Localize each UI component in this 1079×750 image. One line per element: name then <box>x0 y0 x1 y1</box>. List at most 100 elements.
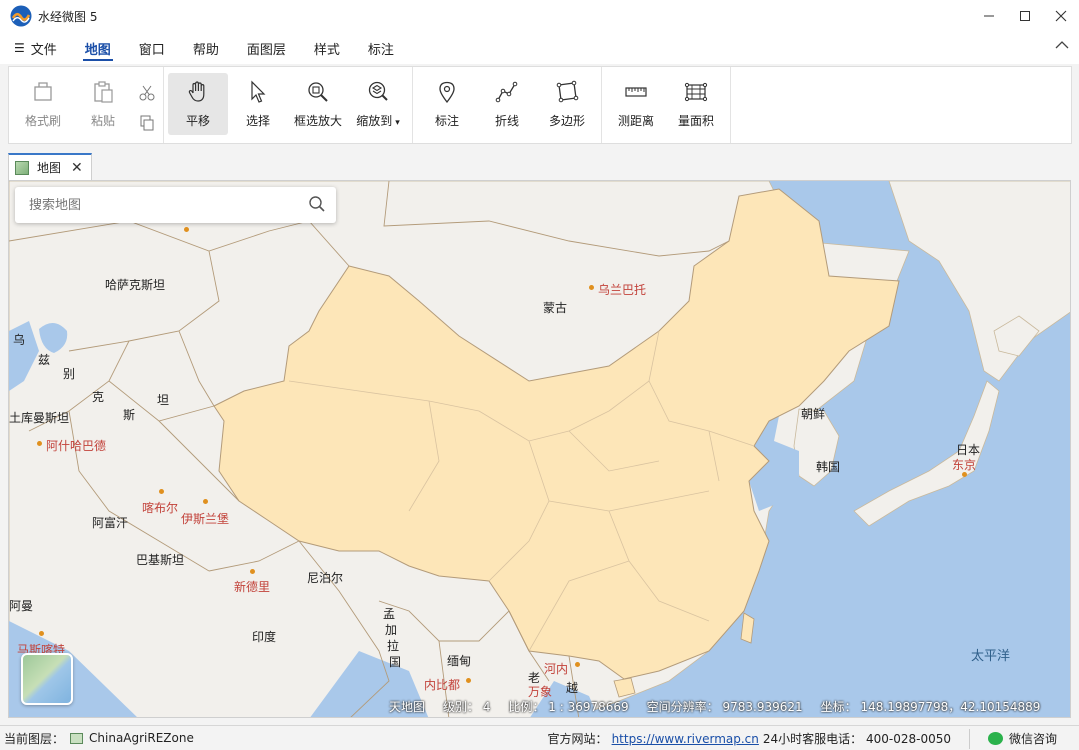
label-south-korea: 韩国 <box>816 460 841 474</box>
map-resolution: 空间分辨率： 9783.939621 <box>646 699 803 714</box>
wechat-consult-button[interactable]: 微信咨询 <box>968 728 1057 749</box>
map-search-box[interactable] <box>15 187 336 223</box>
label-uz-6: 坦 <box>157 393 170 407</box>
label-kabul: 喀布尔 <box>142 501 179 515</box>
menu-map-label: 地图 <box>84 42 111 58</box>
box-zoom-button[interactable]: 框选放大 <box>288 73 348 135</box>
menu-help-label: 帮助 <box>192 42 219 58</box>
navigate-group: 平移 选择 框选放大 缩放到 ▾ <box>164 67 413 143</box>
label-kazakhstan: 哈萨克斯坦 <box>105 278 166 292</box>
search-icon[interactable] <box>308 195 326 213</box>
menu-style[interactable]: 样式 <box>300 32 354 64</box>
copy-button[interactable] <box>135 111 159 135</box>
label-tokyo: 东京 <box>952 458 977 472</box>
hotline-text: 24小时客服电话： 400-028-0050 <box>762 732 951 746</box>
pan-button[interactable]: 平移 <box>168 73 228 135</box>
box-zoom-label: 框选放大 <box>293 114 342 128</box>
cut-button[interactable] <box>135 81 159 105</box>
maximize-button[interactable] <box>1007 0 1043 32</box>
label-uz-3: 别 <box>63 367 76 381</box>
polygon-button[interactable]: 多边形 <box>537 73 597 135</box>
mark-label: 标注 <box>434 114 459 128</box>
polyline-button[interactable]: 折线 <box>477 73 537 135</box>
close-button[interactable] <box>1043 0 1079 32</box>
tab-close-icon[interactable]: ✕ <box>71 160 83 176</box>
hand-icon <box>188 81 205 102</box>
label-uz-5: 斯 <box>123 408 136 422</box>
label-pacific-ocean: 太平洋 <box>971 649 1011 664</box>
menu-polygon-layer-label: 面图层 <box>246 42 286 58</box>
current-layer-name[interactable]: ChinaAgriREZone <box>89 731 194 745</box>
menu-style-label: 样式 <box>313 42 340 58</box>
zoom-to-button[interactable]: 缩放到 ▾ <box>348 73 408 135</box>
collapse-ribbon-icon[interactable] <box>1055 40 1069 50</box>
measure-distance-label: 测距离 <box>617 114 654 128</box>
layer-icon <box>70 732 84 744</box>
measure-area-button[interactable]: 量面积 <box>666 73 726 135</box>
map-coordinates: 坐标： 148.19897798，42.10154889 <box>820 699 1041 714</box>
map-source: 天地图 <box>389 699 426 714</box>
paste-icon <box>94 81 113 103</box>
label-new-delhi: 新德里 <box>234 580 271 594</box>
basemap-switcher-thumbnail[interactable] <box>21 653 73 705</box>
menu-window[interactable]: 窗口 <box>125 32 179 64</box>
menu-polygon-layer[interactable]: 面图层 <box>233 32 300 64</box>
mark-button[interactable]: 标注 <box>417 73 477 135</box>
website-link[interactable]: https://www.rivermap.cn <box>612 732 759 746</box>
polyline-icon <box>495 81 518 103</box>
menu-annotation[interactable]: 标注 <box>354 32 408 64</box>
label-afghanistan: 阿富汗 <box>92 516 129 530</box>
map-canvas[interactable]: 哈萨克斯坦 蒙古 乌兰巴托 乌 兹 别 克 斯 坦 土库曼斯坦 阿什哈巴德 喀布… <box>8 180 1071 718</box>
capital-dot <box>184 227 189 232</box>
label-ashgabat: 阿什哈巴德 <box>46 439 107 453</box>
menu-file[interactable]: ☰ 文件 <box>0 32 71 64</box>
format-painter-button[interactable]: 格式刷 <box>13 73 73 135</box>
format-painter-icon <box>34 82 52 101</box>
ribbon-toolbar: 格式刷 粘贴 平移 选择 框选放大 缩放到 ▾ 标注 折线 多边形 测距离 量面… <box>8 66 1072 144</box>
paste-label: 粘贴 <box>90 114 115 128</box>
map-pin-icon <box>439 81 455 104</box>
minimize-button[interactable] <box>971 0 1007 32</box>
label-uz-4: 克 <box>92 390 105 404</box>
measure-area-label: 量面积 <box>677 114 714 128</box>
tab-map[interactable]: 地图 ✕ <box>8 153 92 180</box>
label-nepal: 尼泊尔 <box>307 571 344 585</box>
label-islamabad: 伊斯兰堡 <box>181 512 230 526</box>
label-bangladesh-2: 加 <box>385 623 398 637</box>
label-hanoi: 河内 <box>544 662 569 676</box>
map-doc-icon <box>15 160 29 175</box>
capital-dot <box>37 441 42 446</box>
close-icon <box>1055 10 1067 22</box>
box-zoom-icon <box>308 82 328 102</box>
zoom-to-layer-icon <box>368 81 388 101</box>
pan-label: 平移 <box>185 114 210 128</box>
polygon-label: 多边形 <box>548 114 585 128</box>
wechat-label: 微信咨询 <box>1008 732 1057 746</box>
map-level: 级别： 4 <box>443 699 491 714</box>
chevron-down-icon: ▾ <box>395 118 400 128</box>
map-scale-ratio: 比例： 1 : 36978669 <box>508 699 629 714</box>
measure-distance-button[interactable]: 测距离 <box>606 73 666 135</box>
select-button[interactable]: 选择 <box>228 73 288 135</box>
label-naypyidaw: 内比都 <box>424 678 461 692</box>
wechat-icon <box>987 732 1003 745</box>
draw-group: 标注 折线 多边形 <box>413 67 602 143</box>
map-search-input[interactable] <box>29 197 299 213</box>
label-uz-1: 乌 <box>13 333 26 347</box>
hamburger-icon: ☰ <box>14 41 25 55</box>
label-myanmar: 缅甸 <box>447 654 472 668</box>
menu-bar: ☰ 文件 地图 窗口 帮助 面图层 样式 标注 <box>0 32 1079 64</box>
area-measure-icon <box>684 82 708 102</box>
paste-button[interactable]: 粘贴 <box>73 73 133 135</box>
zoom-to-text: 缩放到 <box>356 114 393 128</box>
label-ulaanbaatar: 乌兰巴托 <box>598 283 647 297</box>
capital-dot <box>203 499 208 504</box>
menu-help[interactable]: 帮助 <box>179 32 233 64</box>
label-bangladesh-4: 国 <box>389 655 402 669</box>
map-info-bar: 天地图 级别： 4 比例： 1 : 36978669 空间分辨率： 9783.9… <box>389 695 1070 717</box>
label-mongolia: 蒙古 <box>543 301 568 315</box>
label-oman: 阿曼 <box>9 599 34 613</box>
capital-dot <box>589 285 594 290</box>
menu-window-label: 窗口 <box>138 42 165 58</box>
menu-map[interactable]: 地图 <box>71 32 125 64</box>
